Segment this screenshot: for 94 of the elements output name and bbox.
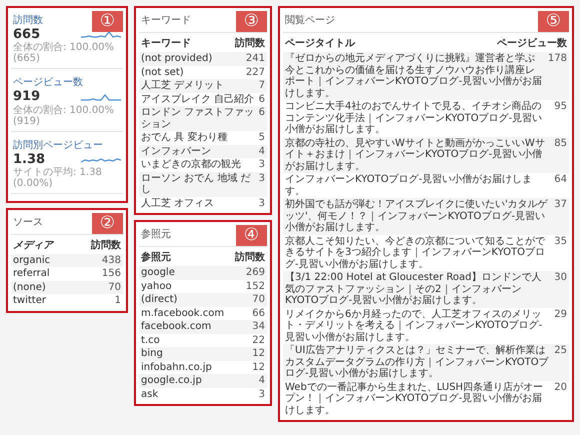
table-cell: 人工芝 デメリット	[141, 80, 224, 92]
table-cell: アイスブレイク 自己紹介	[141, 94, 254, 105]
panel-title: 参照元	[140, 228, 172, 242]
column-header: 参照元	[141, 250, 171, 265]
table-cell-text: インフォバーンKYOTOブログ-見習い小僧がお届けします。	[285, 174, 534, 197]
table-cell: 7	[258, 80, 265, 92]
metric-note: 全体の割合: 100.00% (665)	[13, 42, 116, 64]
table-cell-text: リメイクから6か月経ったので、人工芝オフィスのメリット・デメリットを考える｜インフォバーンKYOTOブログ-見習い小僧がお届けします。	[285, 308, 544, 343]
table-cell: インフォバーン	[141, 146, 211, 157]
column-header: メディア	[13, 238, 53, 253]
table-cell-text: Webでの一番記事から生まれた、LUSH四条通り店がオープン！｜インフォバーンKYOTOブログ-見習い小僧がお届けします。	[285, 382, 544, 416]
table-cell: 4	[258, 375, 265, 386]
table-cell: 4	[258, 146, 265, 157]
table-cell: 6	[258, 94, 265, 105]
column-header: 訪問数	[235, 36, 265, 51]
table-cell: 12	[252, 362, 265, 373]
number-badge: ①	[92, 11, 123, 32]
table-cell-text: 京都人こそ知りたい、今どきの京都について知ることができるサイトを3つ紹介します｜インフォバーンKYOTOブログ-見習い小僧がお届けします。	[285, 236, 546, 270]
metric-label: ページビュー数	[13, 76, 83, 90]
table-cell-text: 京都の寺社の、見やすいWサイトと動画がかっこいいWサイト＋おまけ｜インフォバーンKYOTOブログ-見習い小僧がお届けします。	[285, 138, 546, 172]
table-cell-text: 85	[554, 138, 567, 150]
table-cell: 3	[258, 388, 265, 400]
table-cell-text: 3	[258, 172, 265, 186]
panel-title: キーワード	[140, 14, 192, 28]
table-cell: 22	[252, 334, 265, 346]
table-cell: yahoo	[141, 280, 172, 292]
table-cell-text: 初外国でも話が弾む！アイスブレイクに使いたい'カタルゲッツ'、何モノ！？｜インフォバーンKYOTOブログ-見習い小僧がお届けします。	[285, 199, 549, 234]
table-cell-text: 25	[554, 345, 567, 358]
table-cell: 241	[246, 53, 265, 64]
table-cell: bing	[141, 348, 163, 360]
table-cell: 3	[258, 159, 265, 170]
table-cell: ask	[141, 388, 158, 400]
table-cell: 269	[246, 267, 265, 278]
table-cell: (not set)	[141, 66, 184, 78]
table-cell: 1	[114, 295, 121, 307]
panel-title: 閲覧ページ	[284, 14, 336, 28]
table-cell-text: 178	[548, 53, 567, 66]
table-cell: t.co	[141, 334, 160, 346]
table-cell-text: 37	[554, 199, 567, 212]
table-cell-text: 「UI広告アナリティクスとは？」セミナーで、解析作業はカスタムデータグラムの作り方｜インフォバーンKYOTOブログ-見習い小僧がお届けします。	[285, 345, 550, 380]
metric-value: 665	[13, 28, 40, 42]
table-cell: 34	[252, 321, 265, 332]
table-cell: 227	[246, 66, 265, 78]
column-header: 訪問数	[91, 238, 121, 253]
number-badge: ④	[236, 225, 267, 246]
column-header: 訪問数	[235, 250, 265, 265]
column-header: ページタイトル	[285, 37, 355, 51]
table-cell: google	[141, 267, 175, 278]
column-header: キーワード	[141, 37, 191, 51]
table-cell: facebook.com	[141, 321, 212, 332]
table-cell-text: 29	[554, 308, 567, 322]
table-cell: 438	[102, 254, 121, 266]
table-cell: (not provided)	[141, 53, 212, 64]
table-cell: 人工芝 オフィス	[141, 198, 214, 209]
metric-value: 1.38	[13, 152, 46, 167]
metric-note: 全体の割合: 100.00% (919)	[13, 104, 116, 127]
table-cell: (direct)	[141, 294, 178, 306]
table-cell: 12	[252, 348, 265, 360]
table-cell-text: 『ゼロからの地元メディアづくりに挑戦』運営者と学ぶ今とこれからの価値を届ける生すノウハウお作り講座レポート｜インフォバーンKYOTOブログ-見習い小僧がお届けします。	[285, 53, 544, 99]
number-badge: ⑤	[538, 11, 569, 32]
table-cell: google.co.jp	[141, 375, 202, 386]
table-cell: infobahn.co.jp	[141, 362, 212, 373]
metric-note: サイトの平均: 1.38 (0.00%)	[13, 166, 103, 189]
table-cell: おでん 具 変わり種	[141, 132, 228, 144]
table-cell-text: 【3/1 22:00 Hotel at Gloucester Road】ロンドンで人気のファストファッション｜その2｜インフォバーンKYOTOブログ-見習い小僧がお届けします。	[285, 272, 542, 306]
metric-value: 919	[13, 90, 40, 105]
table-cell: organic	[13, 254, 50, 266]
table-cell: 156	[102, 268, 121, 280]
table-cell-text: 30	[554, 272, 567, 285]
table-cell-text: コンビニ大手4社のおでんサイトで見る、イチオシ商品のコンテンツ化手法｜インフォバーンKYOTOブログ-見習い小僧がお届けします。	[285, 101, 544, 136]
table-cell: 70	[252, 294, 265, 306]
table-cell: (none)	[13, 282, 46, 294]
table-cell: 152	[246, 280, 265, 292]
number-badge: ②	[92, 212, 123, 234]
table-cell-text: 64	[554, 174, 567, 187]
panel-title: ソース	[12, 216, 44, 230]
table-cell-text: 95	[554, 101, 567, 114]
table-cell-text: ローソン おでん 地域 だし	[141, 172, 252, 196]
metric-label: 訪問数	[13, 14, 43, 28]
metric-label: 訪問別ページビュー	[13, 138, 103, 153]
table-cell: 3	[258, 198, 265, 209]
table-cell-text: 20	[554, 382, 567, 394]
table-cell: いまどきの京都の観光	[141, 159, 241, 170]
table-cell: referral	[13, 268, 50, 280]
table-cell: m.facebook.com	[141, 308, 224, 319]
table-cell: 5	[258, 132, 265, 144]
column-header: ページビュー数	[497, 36, 567, 51]
table-cell: 70	[108, 282, 121, 294]
number-badge: ③	[236, 11, 267, 32]
table-cell: ロンドン ファストファッション	[141, 107, 255, 130]
table-cell-text: 6	[258, 107, 265, 120]
table-cell-text: 35	[554, 236, 567, 248]
table-cell: twitter	[13, 295, 46, 307]
table-cell: 66	[252, 308, 265, 319]
